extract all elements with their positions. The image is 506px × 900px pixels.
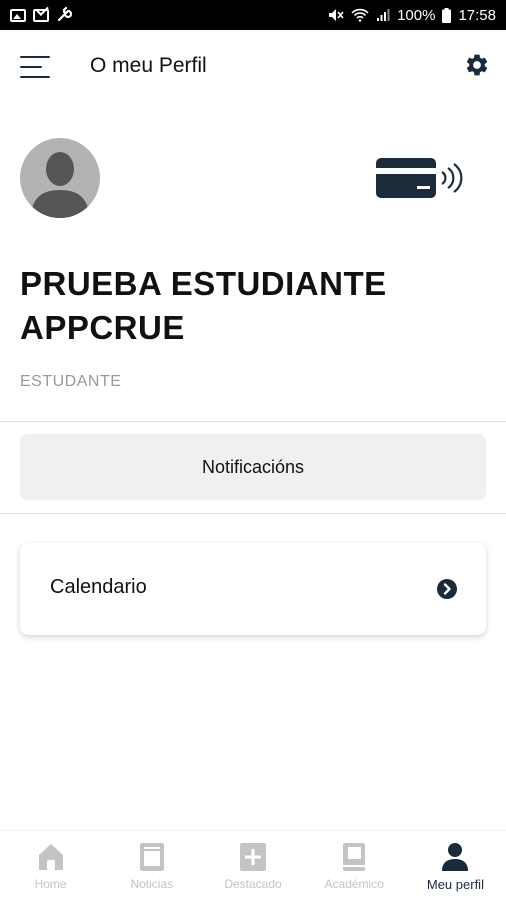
nav-item-news[interactable]: Noticias bbox=[101, 831, 202, 900]
book-icon bbox=[343, 843, 366, 871]
person-silhouette-icon bbox=[30, 152, 90, 218]
wrench-icon bbox=[57, 7, 72, 22]
gallery-icon bbox=[10, 8, 26, 22]
settings-gear-icon[interactable] bbox=[464, 52, 490, 78]
person-icon bbox=[442, 843, 469, 871]
battery-percent: 100% bbox=[397, 6, 436, 24]
nav-label-news: Noticias bbox=[130, 877, 174, 891]
menu-button[interactable] bbox=[20, 56, 50, 78]
divider-top bbox=[0, 421, 506, 422]
menu-line-top bbox=[20, 56, 50, 58]
profile-name: PRUEBA ESTUDIANTE APPCRUE bbox=[20, 262, 480, 350]
status-bar-right: 100% 17:58 bbox=[328, 7, 496, 24]
calendar-label: Calendario bbox=[50, 576, 147, 598]
nav-label-featured: Destacado bbox=[224, 877, 282, 891]
avatar[interactable] bbox=[20, 138, 100, 218]
notifications-label: Notificacións bbox=[201, 456, 305, 477]
profile-name-line-2: APPCRUE bbox=[20, 309, 185, 346]
profile-name-line-1: PRUEBA ESTUDIANTE bbox=[20, 265, 387, 302]
battery-icon bbox=[442, 7, 452, 23]
app-header: O meu Perfil bbox=[0, 30, 506, 102]
calendar-card[interactable]: Calendario bbox=[20, 543, 486, 635]
nav-item-profile[interactable]: Meu perfil bbox=[405, 831, 506, 900]
nav-item-academic[interactable]: Académico bbox=[304, 831, 405, 900]
mute-icon bbox=[329, 9, 344, 21]
notifications-button[interactable]: Notificacións bbox=[20, 434, 486, 500]
bottom-navigation: Home Noticias Destacado Académico Meu pe… bbox=[0, 830, 506, 900]
nav-label-profile: Meu perfil bbox=[426, 877, 484, 892]
status-bar: 100% 17:58 bbox=[0, 0, 506, 30]
status-bar-left bbox=[10, 7, 72, 23]
profile-role: ESTUDANTE bbox=[20, 373, 122, 390]
mail-icon bbox=[33, 8, 49, 22]
nav-item-featured[interactable]: Destacado bbox=[202, 831, 303, 900]
signal-icon bbox=[377, 9, 390, 21]
page-title: O meu Perfil bbox=[90, 54, 207, 77]
menu-line-middle bbox=[20, 66, 42, 68]
divider-bottom bbox=[0, 513, 506, 514]
wifi-icon bbox=[351, 8, 369, 22]
contactless-card-icon[interactable] bbox=[375, 156, 467, 200]
news-icon bbox=[139, 843, 164, 871]
menu-line-bottom bbox=[20, 76, 50, 78]
nav-label-home: Home bbox=[34, 877, 67, 891]
nav-item-home[interactable]: Home bbox=[0, 831, 101, 900]
home-icon bbox=[38, 844, 63, 870]
chevron-right-circle-icon bbox=[437, 579, 457, 599]
clock: 17:58 bbox=[458, 6, 496, 24]
nav-label-academic: Académico bbox=[324, 877, 384, 891]
plus-icon bbox=[240, 843, 266, 871]
